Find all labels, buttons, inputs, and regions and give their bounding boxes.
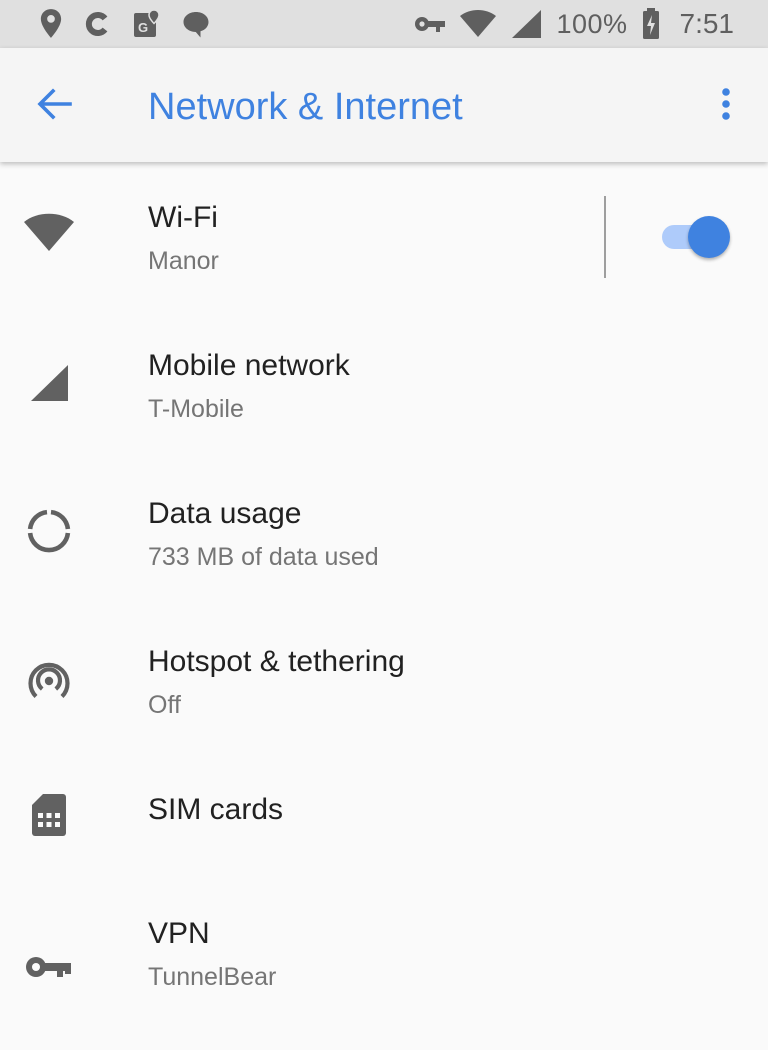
data-usage-icon xyxy=(20,502,78,560)
status-bar: G 100% 7:51 xyxy=(0,0,768,48)
wifi-icon xyxy=(460,10,497,38)
data-usage-title: Data usage xyxy=(148,497,302,530)
page-title: Network & Internet xyxy=(148,86,463,128)
sim-card-icon xyxy=(20,786,78,844)
more-vert-icon xyxy=(721,87,731,126)
overflow-menu-button[interactable] xyxy=(704,74,748,138)
hotspot-title: Hotspot & tethering xyxy=(148,645,405,678)
clock: 7:51 xyxy=(679,8,735,39)
hotspot-icon xyxy=(20,652,78,710)
list-item-mobile-network[interactable]: Mobile network T-Mobile xyxy=(0,310,768,458)
location-pin-icon xyxy=(38,8,64,40)
list-item-data-usage[interactable]: Data usage 733 MB of data used xyxy=(0,458,768,606)
wifi-title: Wi-Fi xyxy=(148,201,218,234)
c-app-icon xyxy=(83,9,113,39)
arrow-back-icon xyxy=(36,87,72,125)
wifi-icon xyxy=(20,204,78,262)
vertical-divider xyxy=(604,196,606,278)
back-button[interactable] xyxy=(22,74,86,138)
toggle-thumb xyxy=(688,216,730,258)
sim-cards-title: SIM cards xyxy=(148,793,284,826)
list-item-sim-cards[interactable]: SIM cards xyxy=(0,754,768,902)
app-bar: Network & Internet xyxy=(0,48,768,162)
vpn-key-icon xyxy=(20,938,78,996)
battery-charging-icon xyxy=(642,8,660,40)
cell-signal-icon xyxy=(20,354,78,412)
wifi-network-name: Manor xyxy=(148,247,219,275)
cell-signal-icon xyxy=(510,9,542,39)
list-item-hotspot[interactable]: Hotspot & tethering Off xyxy=(0,606,768,754)
status-bar-notifications: G xyxy=(38,8,211,40)
chat-bubble-icon xyxy=(181,9,211,39)
list-item-wifi[interactable]: Wi-Fi Manor xyxy=(0,162,768,310)
map-g-icon: G xyxy=(132,9,162,39)
hotspot-status: Off xyxy=(148,691,181,719)
vpn-provider: TunnelBear xyxy=(148,963,277,991)
data-usage-amount: 733 MB of data used xyxy=(148,543,379,571)
list-item-vpn[interactable]: VPN TunnelBear xyxy=(0,902,768,1050)
wifi-toggle[interactable] xyxy=(660,216,732,258)
svg-text:G: G xyxy=(138,20,148,35)
status-bar-system: 100% 7:51 xyxy=(414,8,734,40)
mobile-network-title: Mobile network xyxy=(148,349,350,382)
battery-percentage: 100% xyxy=(556,8,628,39)
vpn-key-icon xyxy=(414,14,446,34)
vpn-title: VPN xyxy=(148,917,210,950)
mobile-network-carrier: T-Mobile xyxy=(148,395,244,423)
